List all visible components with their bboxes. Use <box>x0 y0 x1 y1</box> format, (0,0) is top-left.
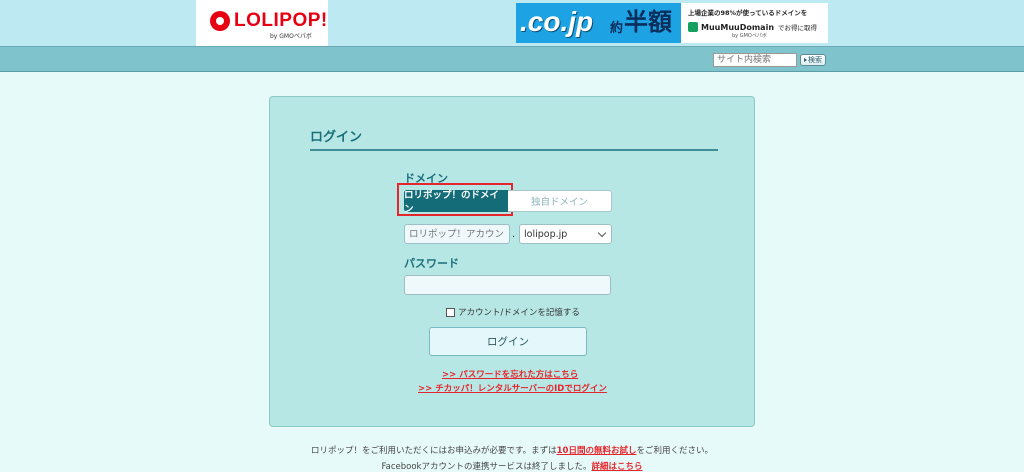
remember-option[interactable]: アカウント/ドメインを記憶する <box>446 306 580 318</box>
remember-checkbox[interactable] <box>446 307 455 317</box>
logo-subtext: by GMOペパボ <box>270 33 312 40</box>
forgot-password-link[interactable]: >> パスワードを忘れた方はこちら <box>442 368 578 380</box>
title-divider <box>310 149 718 151</box>
logo-text: LOLIPOP! <box>234 10 328 31</box>
chicappa-login-link[interactable]: >> チカッパ！レンタルサーバーのIDでログイン <box>418 382 607 394</box>
banner-muumuu-name: MuuMuuDomain <box>701 22 775 32</box>
domain-separator: . <box>512 229 516 240</box>
banner-info-area: 上場企業の98%が使っているドメインを MuuMuuDomain でお得に取得 … <box>688 7 824 39</box>
banner-yaku-text: 約 <box>610 21 624 36</box>
facebook-details-link[interactable]: 詳細はこちら <box>591 462 642 472</box>
account-input[interactable] <box>404 224 510 244</box>
logo-mark-icon <box>210 11 230 31</box>
banner-gmo-text: by GMOペパボ <box>732 33 767 39</box>
banner-hangaku-text: 半額 <box>624 8 672 36</box>
footer-trial-text-before: ロリポップ！をご利用いただくにはお申込みが必要です。まずは <box>310 446 557 456</box>
password-input[interactable] <box>404 275 611 295</box>
banner-muumuu-note: でお得に取得 <box>778 24 818 32</box>
muumuu-logo-icon <box>688 22 698 32</box>
tab-custom-domain[interactable]: 独自ドメイン <box>508 190 612 212</box>
domain-select[interactable]: lolipop.jp <box>519 224 612 244</box>
footer-facebook-notice: Facebookアカウントの連携サービスは終了しました。詳細はこちら <box>0 460 1024 472</box>
banner-cojp-text: .co.jp <box>520 6 594 37</box>
remember-label: アカウント/ドメインを記憶する <box>458 308 580 318</box>
banner-tagline: 上場企業の98%が使っているドメインを <box>688 9 808 17</box>
password-label: パスワード <box>404 257 459 270</box>
footer-trial-notice: ロリポップ！をご利用いただくにはお申込みが必要です。まずは10日間の無料お試しを… <box>0 444 1024 456</box>
top-header: LOLIPOP! by GMOペパボ .co.jp 約 半額 上場企業の98%が… <box>0 0 1024 46</box>
muumuu-domain-banner[interactable]: .co.jp 約 半額 上場企業の98%が使っているドメインを MuuMuuDo… <box>516 3 828 43</box>
footer-facebook-text: Facebookアカウントの連携サービスは終了しました。 <box>381 462 592 472</box>
chevron-down-icon <box>597 228 607 238</box>
play-arrow-icon <box>804 58 807 62</box>
login-title: ログイン <box>310 130 363 145</box>
site-search-input[interactable] <box>713 53 797 67</box>
login-button[interactable]: ログイン <box>429 327 587 356</box>
tab-lolipop-domain[interactable]: ロリポップ！のドメイン <box>404 190 508 215</box>
lolipop-logo[interactable]: LOLIPOP! by GMOペパボ <box>196 0 328 46</box>
site-search-button-label: 検索 <box>808 56 822 64</box>
site-search-button[interactable]: 検索 <box>800 54 826 66</box>
banner-promo-area: .co.jp 約 半額 <box>516 3 681 43</box>
banner-muumuu-row: MuuMuuDomain でお得に取得 <box>688 22 824 32</box>
nav-bar <box>0 46 1024 72</box>
free-trial-link[interactable]: 10日間の無料お試し <box>557 446 637 456</box>
domain-select-value: lolipop.jp <box>524 229 568 240</box>
footer-trial-text-after: をご利用ください。 <box>636 446 713 456</box>
